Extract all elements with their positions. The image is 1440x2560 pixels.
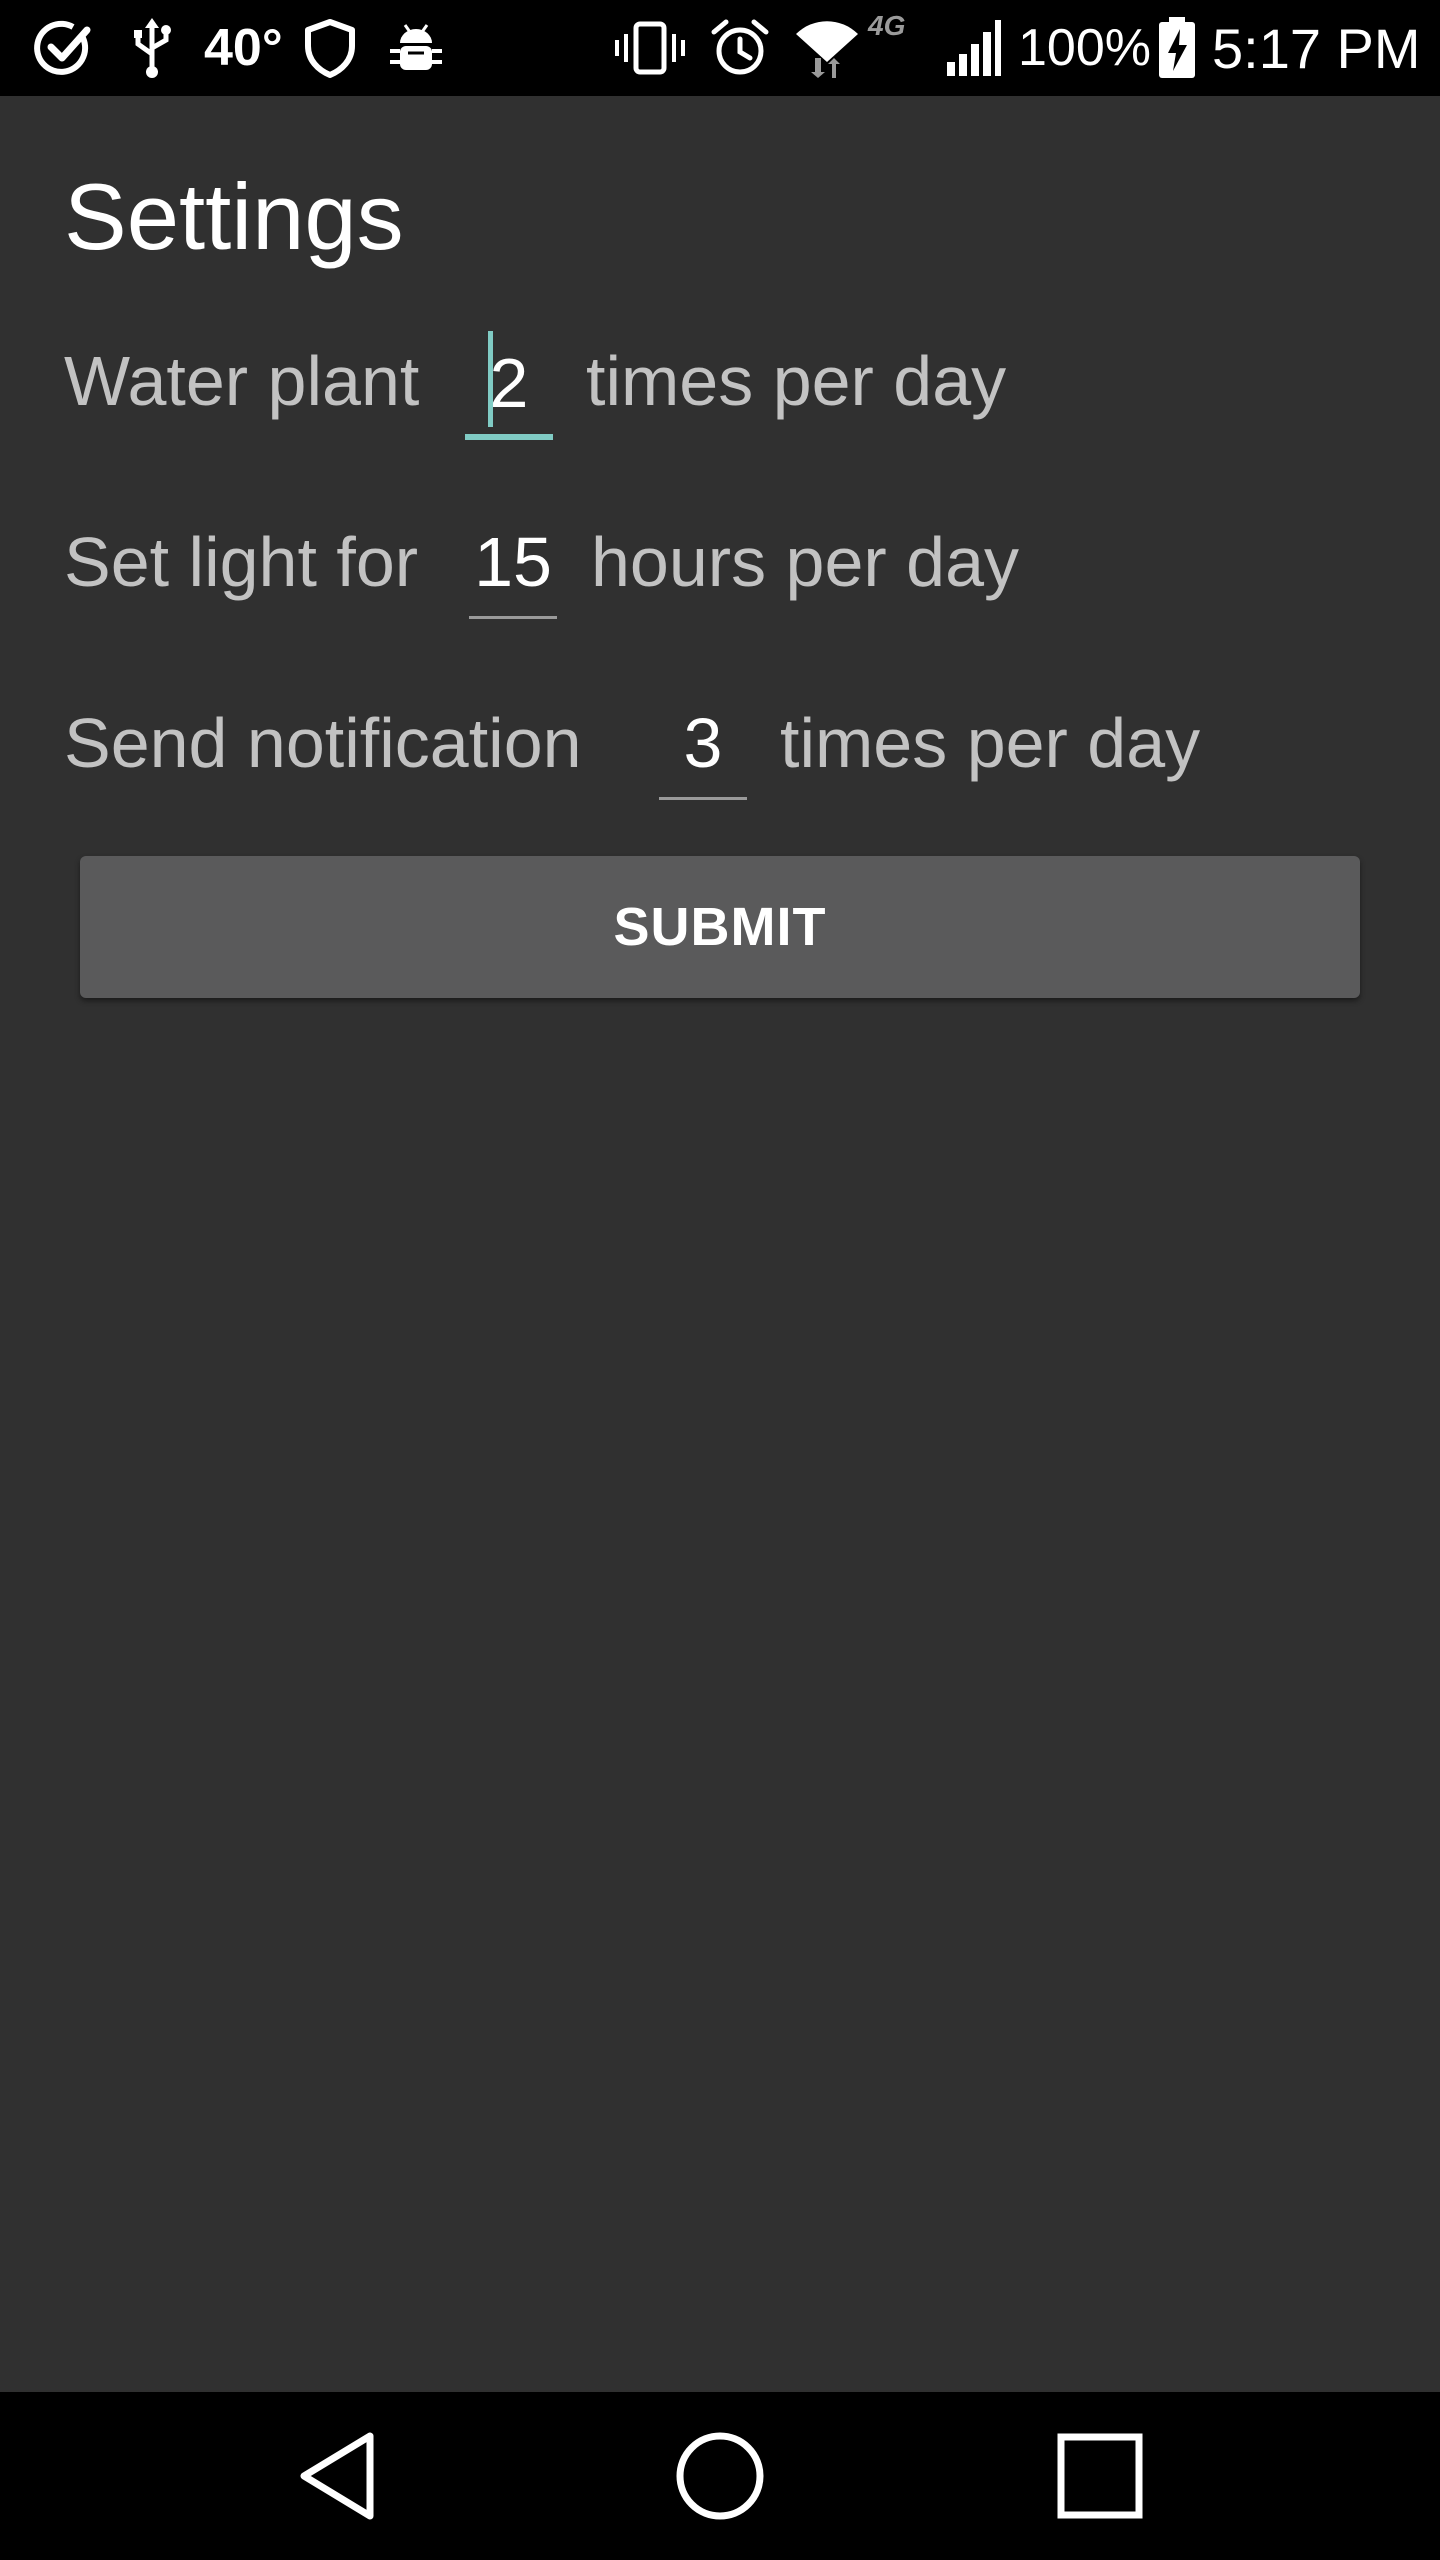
usb-icon (126, 0, 178, 96)
navigation-bar (0, 2392, 1440, 2560)
water-plant-times-input[interactable]: 2 (465, 330, 553, 440)
submit-button[interactable]: SUBMIT (80, 856, 1360, 998)
battery-charging-icon (1154, 0, 1200, 96)
home-icon (676, 2432, 764, 2520)
temperature-text: 40° (204, 19, 283, 77)
water-plant-unit-label: times per day (586, 342, 1007, 420)
network-type-text: 4G (868, 10, 906, 41)
page-title: Settings (64, 164, 404, 269)
wifi-icon (792, 0, 862, 96)
notification-times-underline (659, 797, 747, 800)
battery-percent-text: 100% (1018, 19, 1151, 77)
signal-icon (944, 0, 1004, 96)
screen: 40° 4G 100% 5:17 PM Settings Water plant… (0, 0, 1440, 2560)
water-plant-times-value: 2 (489, 344, 529, 422)
alarm-icon (708, 0, 772, 96)
water-plant-times-underline (465, 434, 553, 440)
water-plant-label: Water plant (64, 342, 420, 420)
check-circle-icon (30, 0, 96, 96)
light-hours-input[interactable]: 15 (469, 509, 557, 619)
submit-button-label: SUBMIT (613, 897, 827, 957)
recents-button[interactable] (1000, 2392, 1200, 2560)
light-hours-value: 15 (474, 523, 552, 601)
back-button[interactable] (240, 2392, 440, 2560)
clock-text: 5:17 PM (1212, 16, 1421, 80)
back-icon (300, 2432, 374, 2520)
notification-times-input[interactable]: 3 (659, 690, 747, 800)
set-light-label: Set light for (64, 523, 419, 601)
android-bug-icon (386, 0, 446, 96)
vibrate-icon (612, 0, 688, 96)
text-cursor (488, 331, 493, 427)
status-bar: 40° 4G 100% 5:17 PM (0, 0, 1440, 96)
light-hours-unit-label: hours per day (591, 523, 1020, 601)
shield-icon (300, 0, 360, 96)
notification-times-value: 3 (683, 704, 723, 782)
notification-unit-label: times per day (780, 704, 1201, 782)
recents-icon (1057, 2433, 1143, 2519)
home-button[interactable] (620, 2392, 820, 2560)
light-hours-underline (469, 616, 557, 619)
send-notification-label: Send notification (64, 704, 582, 782)
